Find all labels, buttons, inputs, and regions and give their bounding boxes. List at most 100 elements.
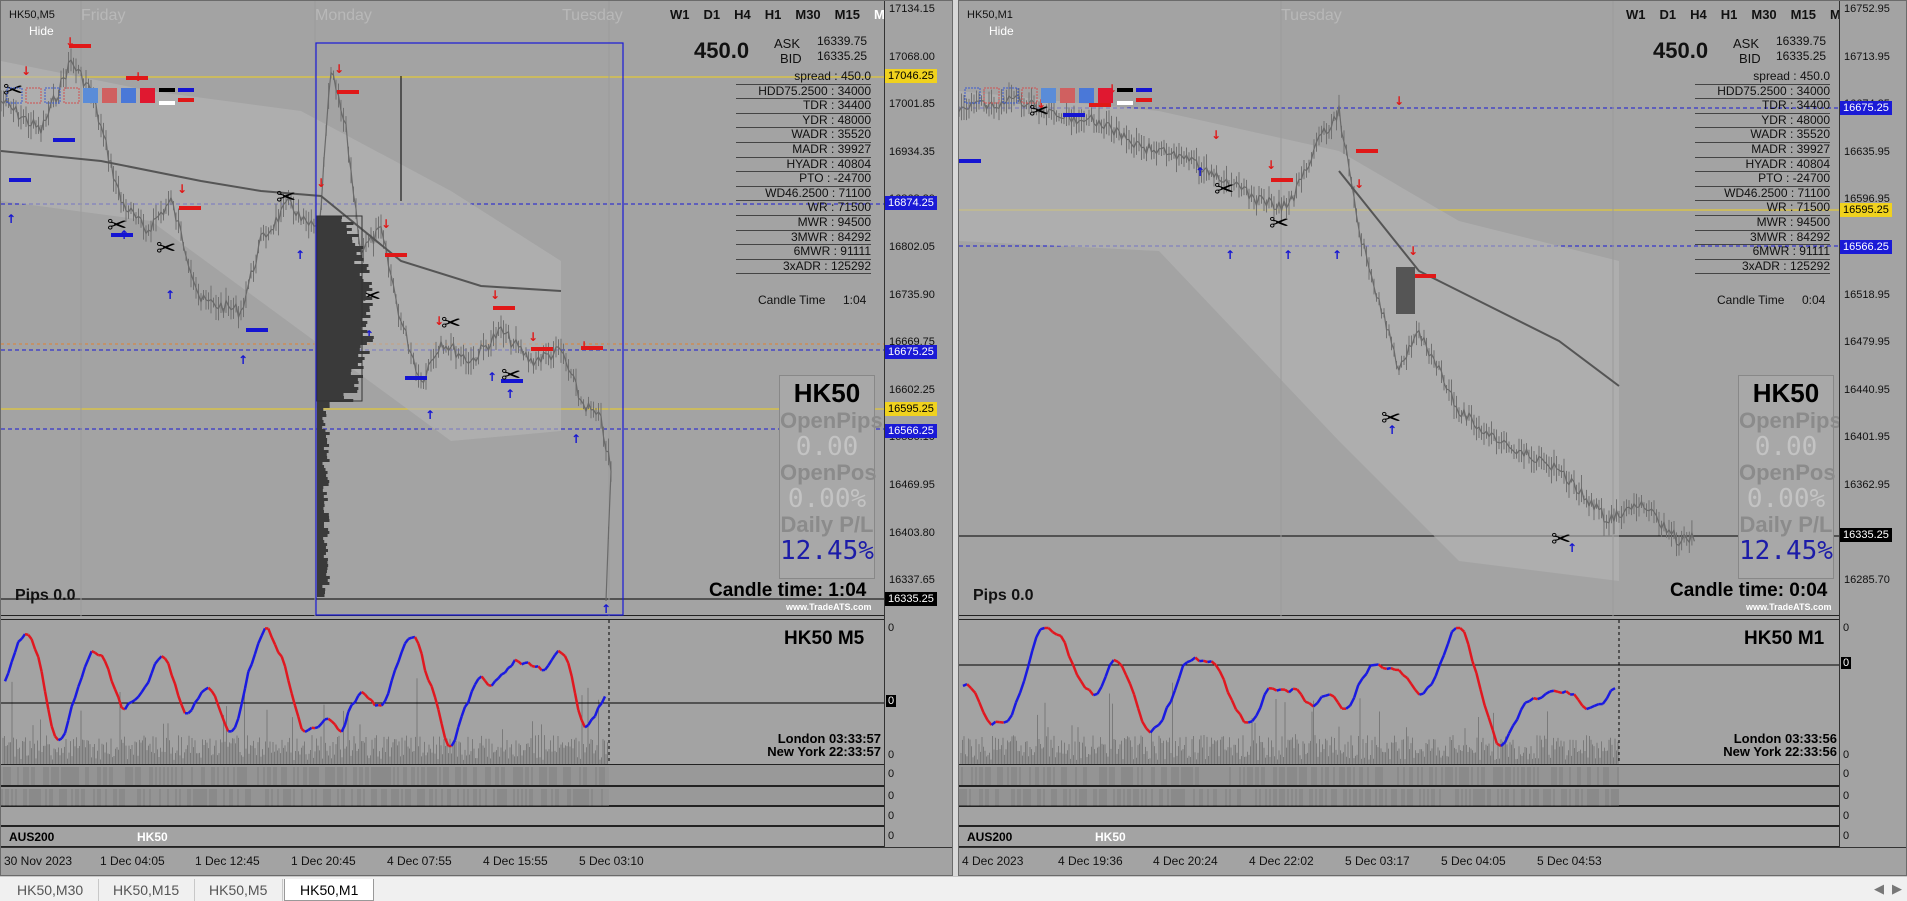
osc-scale-label: 0: [886, 695, 897, 707]
sell-level-marker: [385, 253, 407, 257]
volume-profile-bar: [317, 246, 364, 249]
tf-m15-button[interactable]: M15: [1784, 7, 1823, 22]
sell-level-marker: [1356, 149, 1378, 153]
tf-h4-button[interactable]: H4: [1683, 7, 1714, 22]
open-pos-value: 0.00%: [1746, 484, 1826, 514]
tf-m30-button[interactable]: M30: [1744, 7, 1783, 22]
oscillator-pane[interactable]: HK50 M1 London 03:33:56 New York 22:33:5…: [959, 619, 1839, 765]
scroll-left-icon[interactable]: ◀: [1874, 881, 1884, 897]
spread-big-value: 450.0: [1653, 38, 1709, 63]
time-axis[interactable]: 4 Dec 2023 4 Dec 19:36 4 Dec 20:24 4 Dec 22…: [959, 847, 1906, 875]
time-axis[interactable]: 30 Nov 2023 1 Dec 04:05 1 Dec 12:45 1 Dec 2…: [1, 847, 952, 875]
volume-profile-bar: [317, 348, 360, 351]
volume-sub-pane[interactable]: [959, 764, 1839, 786]
oscillator-segment: [1422, 686, 1429, 695]
volume-profile-bar: [317, 462, 323, 465]
tf-h1-button[interactable]: H1: [758, 7, 789, 22]
volume-profile-bar: [317, 588, 326, 591]
oscillator-segment: [1255, 706, 1262, 717]
volume-profile-bar: [317, 330, 368, 333]
toolbar-line-button: [159, 101, 175, 105]
toolbar-line-button: [1117, 101, 1133, 105]
oscillator-segment: [364, 693, 370, 700]
oscillator-segment: [1092, 692, 1098, 697]
sub-scale-label: 0: [1843, 790, 1850, 802]
scissors-icon: ✂: [501, 361, 521, 389]
price-tick-label: 16479.95: [1844, 336, 1890, 349]
buy-level-marker: [53, 138, 75, 142]
price-scale[interactable]: 17134.1517068.0017001.8516934.3516868.20…: [884, 1, 952, 875]
oscillator-segment: [1210, 660, 1217, 666]
toolbar-color-button: [1041, 88, 1056, 103]
tf-m30-button[interactable]: M30: [788, 7, 827, 22]
volume-profile-bar: [317, 426, 323, 429]
tab-hk50-m1[interactable]: HK50,M1: [284, 879, 375, 901]
oscillator-segment: [290, 693, 297, 706]
tf-m15-button[interactable]: M15: [828, 7, 867, 22]
volume-sub-pane[interactable]: [1, 764, 884, 786]
volume-profile-bar: [317, 378, 358, 381]
oscillator-segment: [60, 732, 67, 740]
toolbar-color-button: [140, 88, 155, 103]
tf-h1-button[interactable]: H1: [1714, 7, 1745, 22]
open-pips-value: 0.00: [795, 432, 859, 462]
hide-button[interactable]: Hide: [989, 24, 1014, 38]
oscillator-pane[interactable]: HK50 M5 London 03:33:57 New York 22:33:5…: [1, 619, 884, 765]
oscillator-segment: [1194, 656, 1201, 663]
oscillator-segment: [1284, 688, 1290, 694]
volume-profile-bar: [317, 390, 358, 393]
volume-profile-bar: [317, 483, 329, 486]
oscillator-segment: [223, 723, 230, 732]
tf-h4-button[interactable]: H4: [727, 7, 758, 22]
oscillator-segment: [353, 694, 360, 703]
symbol-sub-pane[interactable]: AUS200 HK50: [1, 826, 884, 847]
tab-hk50-m30[interactable]: HK50,M30: [2, 879, 100, 901]
oscillator-segment: [1031, 636, 1038, 652]
tab-hk50-m15[interactable]: HK50,M15: [98, 879, 196, 901]
tab-hk50-m5[interactable]: HK50,M5: [194, 879, 284, 901]
oscillator-segment: [1071, 664, 1079, 676]
oscillator-segment: [1590, 704, 1596, 709]
oscillator-segment: [390, 669, 397, 682]
tradeats-watermark: www.TradeATS.com: [1746, 602, 1832, 612]
oscillator-segment: [1487, 717, 1494, 731]
volume-sub-pane[interactable]: [959, 786, 1839, 807]
pips-readout: Pips 0.0: [15, 587, 76, 604]
volume-profile-bar: [317, 288, 373, 291]
price-tick-label: 16440.95: [1844, 383, 1890, 396]
oscillator-segment: [1104, 664, 1111, 678]
volume-profile-bar: [317, 456, 328, 459]
empty-sub-pane[interactable]: [1, 806, 884, 826]
time-tick-label: 4 Dec 20:24: [1153, 854, 1218, 868]
tf-w1-button[interactable]: W1: [663, 7, 697, 22]
main-price-pane[interactable]: ↑↑↑↑↑↑↑↑↑↑↑↑↓↓↓↓↓↓↓↓↓↓↓✂✂✂✂✂✂✂ HK50,M5 H…: [1, 1, 892, 616]
oscillator-segment: [573, 692, 580, 711]
tf-w1-button[interactable]: W1: [1619, 7, 1653, 22]
sell-level-marker: [493, 306, 515, 310]
main-price-pane[interactable]: ↑↑↑↑↑↑↓↓↓↓↓↓↓✂✂✂✂✂ HK50,M1 Hide Tuesday …: [959, 1, 1848, 616]
chart-window-hk50-m5[interactable]: ↑↑↑↑↑↑↑↑↑↑↑↑↓↓↓↓↓↓↓↓↓↓↓✂✂✂✂✂✂✂ HK50,M5 H…: [0, 0, 953, 876]
oscillator-segment: [67, 706, 73, 721]
scissors-icon: ✂: [3, 76, 23, 104]
oscillator-segment: [140, 686, 147, 693]
sell-arrow-icon: ↓: [1408, 244, 1418, 258]
volume-sub-pane[interactable]: [1, 786, 884, 807]
volume-profile-bar: [317, 408, 324, 411]
scroll-right-icon[interactable]: ▶: [1892, 881, 1902, 897]
symbol-sub-pane[interactable]: AUS200 HK50: [959, 826, 1839, 847]
oscillator-segment: [497, 673, 503, 680]
tf-d1-button[interactable]: D1: [1653, 7, 1684, 22]
hide-button[interactable]: Hide: [29, 24, 54, 38]
oscillator-segment: [57, 737, 63, 742]
oscillator-segment: [437, 709, 443, 725]
sub-scale-label: 0: [888, 830, 895, 842]
oscillator-segment: [1321, 694, 1327, 698]
tf-d1-button[interactable]: D1: [697, 7, 728, 22]
chart-workspace: ↑ ↑ ↑ ↑ ↑ ↑ ↑ ↑ ↑ ↑ ↑ ↑ ↓ ↓ ↓ ↓ ↓ ↓ ↓ ↓ ↓ ↓ ↓ ✂ ✂ ✂ ✂ ✂ ✂ ✂ HK50,M5 H…: [0, 0, 1907, 876]
volume-profile-bar: [317, 570, 327, 573]
price-tick-label: 16635.95: [1844, 145, 1890, 158]
price-scale[interactable]: 16752.9516713.9516674.2516635.9516596.95…: [1839, 1, 1906, 875]
chart-window-hk50-m1[interactable]: ↑↑↑↑↑↑↓↓↓↓↓↓↓✂✂✂✂✂ HK50,M1 Hide Tuesday …: [958, 0, 1907, 876]
empty-sub-pane[interactable]: [959, 806, 1839, 826]
osc-scale-label: 0: [888, 622, 895, 634]
